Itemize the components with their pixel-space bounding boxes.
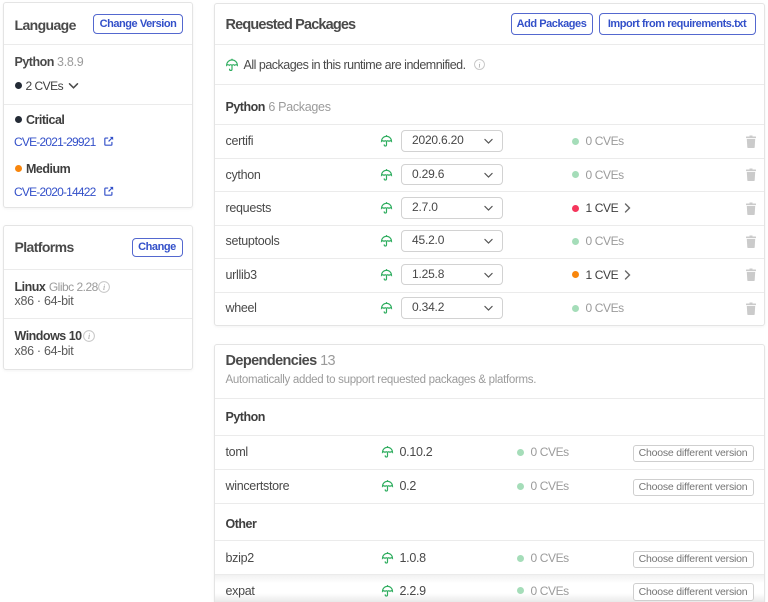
svg-text:i: i (102, 282, 105, 292)
svg-text:i: i (87, 331, 90, 341)
svg-text:i: i (478, 60, 480, 69)
